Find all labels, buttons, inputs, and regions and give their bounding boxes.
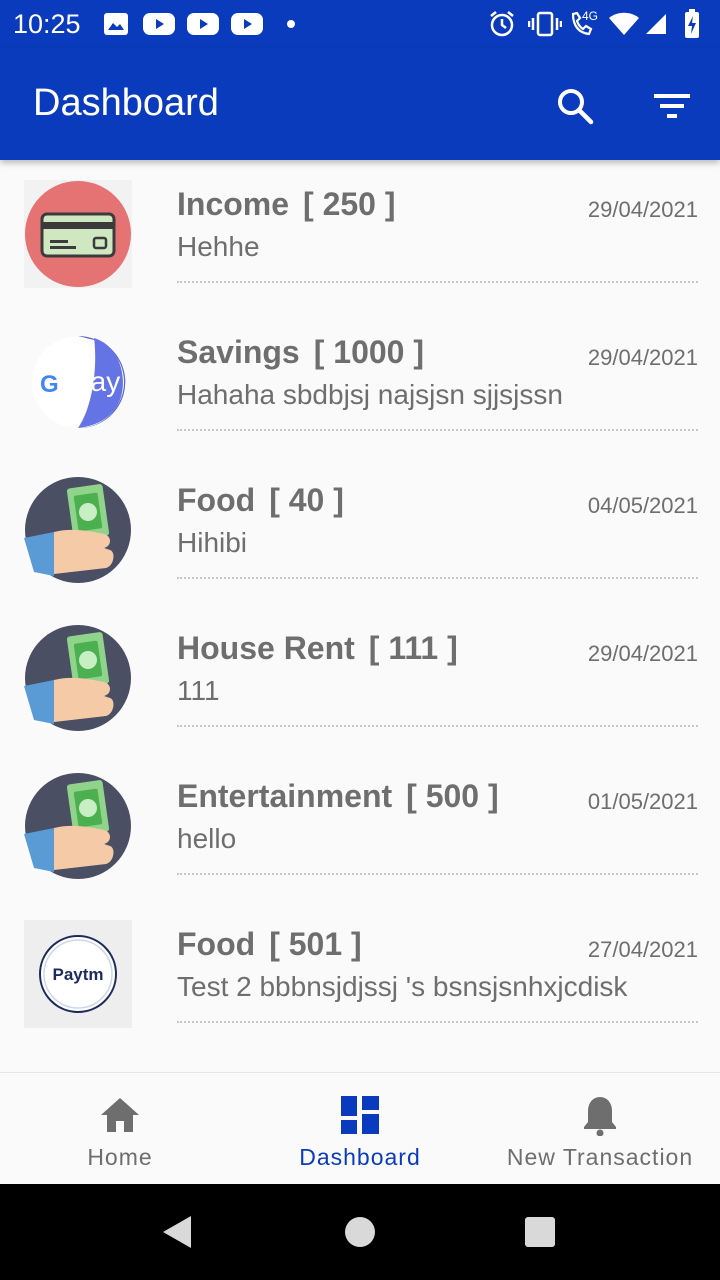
transaction-amount: [ 250 ] (303, 186, 396, 222)
transaction-row[interactable]: Entertainment[ 500 ] 01/05/2021 hello (0, 752, 720, 900)
home-circle-icon (345, 1217, 375, 1247)
credit-card-icon (24, 180, 132, 288)
transaction-title: Savings[ 1000 ] (177, 334, 424, 370)
signal-4g-icon: 4G (582, 9, 599, 23)
transaction-description: 111 (177, 675, 220, 706)
transaction-amount: [ 501 ] (269, 926, 362, 962)
status-time: 10:25 (13, 9, 81, 39)
svg-text:Pay: Pay (72, 366, 120, 397)
transaction-amount: [ 111 ] (368, 630, 458, 666)
transaction-row[interactable]: Food[ 40 ] 04/05/2021 Hihibi (0, 456, 720, 604)
svg-text:Paytm: Paytm (52, 965, 103, 984)
paytm-icon: Paytm (24, 920, 132, 1028)
cash-hand-icon (24, 772, 132, 880)
row-divider (177, 1021, 698, 1023)
transaction-list[interactable]: Income[ 250 ] 29/04/2021 Hehhe G Pay Savi… (0, 160, 720, 1072)
nav-label: Home (87, 1144, 153, 1170)
home-system-button[interactable] (336, 1208, 384, 1256)
row-divider (177, 873, 698, 875)
nav-label: New Transaction (506, 1144, 694, 1170)
back-button[interactable] (154, 1208, 202, 1256)
recents-button[interactable] (516, 1208, 564, 1256)
row-divider (177, 429, 698, 431)
dashboard-icon (338, 1093, 382, 1137)
transaction-amount: [ 40 ] (269, 482, 344, 518)
nav-item-dashboard[interactable]: Dashboard (240, 1073, 480, 1185)
home-icon (98, 1093, 142, 1137)
bottom-navigation: Home Dashboard New Transaction (0, 1072, 720, 1184)
youtube-icon (231, 0, 263, 48)
transaction-date: 29/04/2021 (587, 345, 698, 370)
transaction-title: Food[ 501 ] (177, 926, 362, 962)
transaction-title: Entertainment[ 500 ] (177, 778, 499, 814)
nav-item-home[interactable]: Home (0, 1073, 240, 1185)
row-divider (177, 281, 698, 283)
filter-icon (654, 94, 690, 118)
nav-label: Dashboard (299, 1144, 421, 1170)
svg-text:G: G (40, 371, 59, 398)
wifi-icon (608, 0, 640, 48)
dot-icon (286, 0, 296, 48)
transaction-row[interactable]: Income[ 250 ] 29/04/2021 Hehhe (0, 160, 720, 308)
transaction-date: 04/05/2021 (587, 493, 698, 518)
cash-hand-icon (24, 624, 132, 732)
back-icon (163, 1216, 191, 1248)
transaction-title: House Rent[ 111 ] (177, 630, 458, 666)
bell-icon (578, 1093, 622, 1137)
transaction-amount: [ 1000 ] (313, 334, 424, 370)
transaction-title: Food[ 40 ] (177, 482, 344, 518)
app-bar: Dashboard (0, 48, 720, 160)
transaction-description: Test 2 bbbnsjdjssj 's bsnsjsnhxjcdisk (177, 971, 628, 1002)
transaction-date: 01/05/2021 (587, 789, 698, 814)
transaction-date: 29/04/2021 (587, 197, 698, 222)
screen: 10:25 4G Dashboard Income [250] 29/04/… (0, 0, 720, 1280)
transaction-description: hello (177, 823, 237, 854)
image-icon (103, 0, 129, 48)
search-button[interactable] (553, 84, 597, 128)
transaction-title: Income[ 250 ] (177, 186, 396, 222)
transaction-row[interactable]: G Pay Savings[ 1000 ] 29/04/2021 Hahaha s… (0, 308, 720, 456)
battery-charging-icon (684, 0, 700, 48)
transaction-row[interactable]: House Rent[ 111 ] 29/04/2021 111 (0, 604, 720, 752)
cash-hand-icon (24, 476, 132, 584)
search-icon (558, 89, 594, 125)
transaction-description: Hehhe (177, 231, 260, 262)
row-divider (177, 577, 698, 579)
nav-item-new-transaction[interactable]: New Transaction (480, 1073, 720, 1185)
vibrate-icon (528, 0, 562, 48)
transaction-row[interactable]: Paytm Food[ 501 ] 27/04/2021 Test 2 bbbn… (0, 900, 720, 1048)
gpay-icon: G Pay (24, 328, 132, 436)
recents-icon (525, 1217, 555, 1247)
youtube-icon (143, 0, 175, 48)
page-title: Dashboard (33, 82, 219, 124)
row-divider (177, 725, 698, 727)
status-bar: 10:25 4G (0, 0, 720, 48)
transaction-description: Hihibi (177, 527, 248, 558)
transaction-amount: [ 500 ] (406, 778, 499, 814)
cell-signal-icon (644, 0, 668, 48)
transaction-date: 29/04/2021 (587, 641, 698, 666)
filter-button[interactable] (650, 84, 694, 128)
youtube-icon (187, 0, 219, 48)
transaction-date: 27/04/2021 (587, 937, 698, 962)
system-navigation-bar (0, 1184, 720, 1280)
alarm-icon (488, 0, 516, 48)
transaction-description: Hahaha sbdbjsj najsjsn sjjsjssn (177, 379, 563, 410)
